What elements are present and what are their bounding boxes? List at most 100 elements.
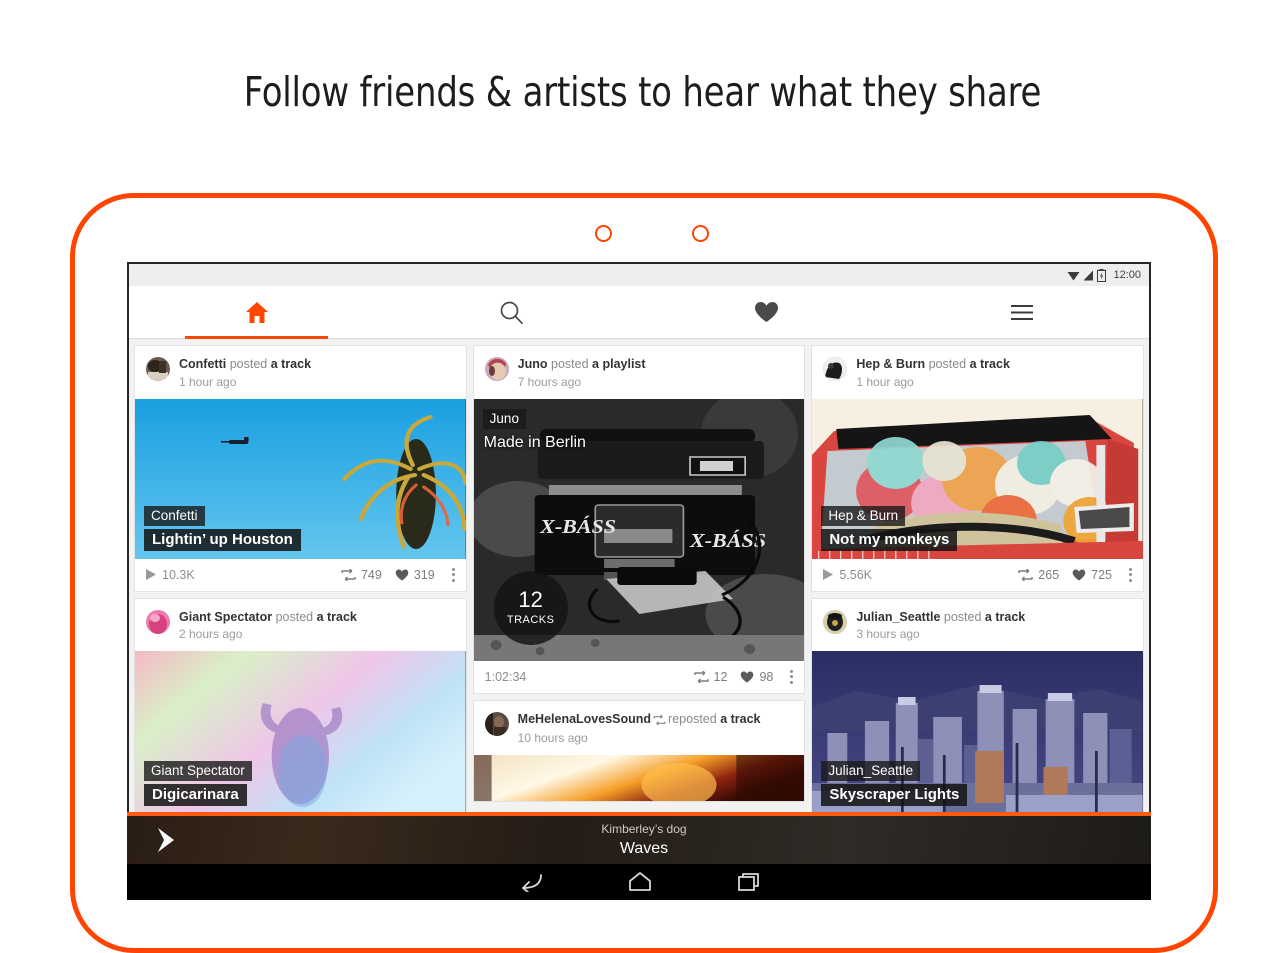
artwork-user-tag: Julian_Seattle bbox=[821, 761, 921, 782]
like-count: 98 bbox=[759, 669, 774, 684]
repost-count: 12 bbox=[713, 669, 728, 684]
artwork-title-tag: Digicarinara bbox=[144, 784, 247, 807]
tab-more[interactable] bbox=[894, 286, 1149, 338]
feed-card[interactable]: Juno posted a playlist 7 hours ago X-BÁS… bbox=[472, 345, 806, 694]
avatar[interactable] bbox=[146, 609, 170, 634]
track-count-badge: 12 TRACKS bbox=[493, 570, 568, 645]
card-username[interactable]: MeHelenaLovesSound bbox=[518, 712, 651, 726]
svg-text:X-BÁSS: X-BÁSS bbox=[539, 515, 616, 538]
artwork-tags: Confetti Lightin’ up Houston bbox=[144, 505, 301, 551]
track-count-value: 12 bbox=[518, 587, 543, 613]
repost-icon bbox=[341, 568, 356, 581]
android-nav-bar bbox=[127, 864, 1151, 900]
card-verb: posted bbox=[275, 609, 314, 624]
feed-card[interactable]: Confetti posted a track 1 hour ago Confe… bbox=[134, 345, 467, 592]
like-stat[interactable]: 98 bbox=[740, 670, 773, 684]
tab-active-indicator bbox=[185, 336, 328, 339]
feed-card[interactable]: Julian_Seattle posted a track 3 hours ag… bbox=[811, 597, 1145, 816]
card-meta: Hep & Burn posted a track 1 hour ago bbox=[856, 357, 1010, 390]
card-artwork[interactable]: Confetti Lightin’ up Houston bbox=[135, 398, 466, 559]
play-icon bbox=[146, 569, 156, 581]
duration-value: 1:02:34 bbox=[484, 669, 527, 684]
card-action-line: Giant Spectator posted a track bbox=[179, 610, 357, 626]
kebab-icon[interactable] bbox=[448, 567, 455, 582]
tab-search[interactable] bbox=[384, 286, 639, 338]
avatar[interactable] bbox=[823, 609, 848, 634]
artwork-user-tag: Juno bbox=[482, 408, 526, 429]
recents-icon[interactable] bbox=[737, 872, 761, 892]
play-count: 10.3K bbox=[146, 568, 195, 582]
now-playing-track: Waves bbox=[619, 839, 669, 857]
card-object: a track bbox=[270, 357, 312, 371]
artwork-title-tag: Skyscraper Lights bbox=[821, 784, 968, 807]
card-actions: 12 98 bbox=[693, 669, 794, 684]
repost-count: 265 bbox=[1038, 567, 1060, 582]
kebab-icon[interactable] bbox=[786, 669, 794, 684]
play-count-value: 5.56K bbox=[839, 567, 873, 582]
like-count: 319 bbox=[413, 567, 435, 582]
avatar[interactable] bbox=[823, 357, 848, 381]
repost-stat[interactable]: 265 bbox=[1018, 568, 1059, 582]
feed-card[interactable]: MeHelenaLovesSound reposted a track 10 ho… bbox=[472, 699, 806, 803]
like-count: 725 bbox=[1091, 567, 1113, 582]
artwork-user-tag: Hep & Burn bbox=[821, 505, 906, 526]
feed-card[interactable]: Hep & Burn posted a track 1 hour ago Hep… bbox=[811, 345, 1145, 592]
avatar[interactable] bbox=[484, 711, 509, 736]
back-icon[interactable] bbox=[517, 872, 543, 892]
play-count-value: 10.3K bbox=[162, 567, 195, 582]
repost-stat[interactable]: 12 bbox=[693, 669, 728, 684]
repost-icon bbox=[693, 670, 709, 683]
card-username[interactable]: Juno bbox=[518, 357, 548, 371]
artwork-tags: Juno Made in Berlin bbox=[482, 408, 594, 455]
card-username[interactable]: Julian_Seattle bbox=[856, 610, 940, 624]
card-verb: posted bbox=[551, 357, 589, 371]
card-action-line: Julian_Seattle posted a track bbox=[856, 610, 1025, 626]
card-meta: Juno posted a playlist 7 hours ago bbox=[518, 357, 646, 390]
card-username[interactable]: Confetti bbox=[179, 357, 226, 371]
card-verb: reposted bbox=[668, 711, 717, 726]
artwork-user-tag: Confetti bbox=[144, 505, 205, 526]
card-action-line: MeHelenaLovesSound reposted a track bbox=[518, 712, 761, 730]
card-meta: Julian_Seattle posted a track 3 hours ag… bbox=[856, 610, 1025, 643]
card-artwork[interactable]: Julian_Seattle Skyscraper Lights bbox=[812, 651, 1144, 815]
card-footer: 1:02:34 12 98 bbox=[474, 661, 805, 693]
wifi-icon bbox=[1067, 271, 1080, 280]
card-artwork[interactable] bbox=[473, 755, 805, 802]
artwork-tags: Julian_Seattle Skyscraper Lights bbox=[821, 761, 968, 807]
card-footer: 5.56K 265 725 bbox=[812, 559, 1143, 591]
repost-stat[interactable]: 749 bbox=[341, 568, 382, 582]
card-header: Giant Spectator posted a track 2 hours a… bbox=[135, 599, 466, 652]
avatar[interactable] bbox=[146, 357, 170, 381]
card-footer: 10.3K 749 319 bbox=[135, 559, 466, 591]
status-icons bbox=[1067, 268, 1107, 282]
feed-card[interactable]: Giant Spectator posted a track 2 hours a… bbox=[134, 597, 467, 816]
card-time: 7 hours ago bbox=[517, 374, 582, 389]
home-icon[interactable] bbox=[627, 872, 653, 892]
card-actions: 265 725 bbox=[1018, 567, 1133, 582]
menu-icon bbox=[1010, 304, 1033, 320]
card-time: 3 hours ago bbox=[856, 627, 920, 642]
card-object: a track bbox=[969, 357, 1010, 371]
card-header: Confetti posted a track 1 hour ago bbox=[135, 346, 466, 399]
play-icon bbox=[823, 569, 834, 581]
artwork-user-tag: Giant Spectator bbox=[144, 761, 252, 782]
tab-home[interactable] bbox=[129, 286, 384, 339]
now-playing-artist: Kimberley’s dog bbox=[601, 822, 687, 837]
artwork-title-tag: Lightin’ up Houston bbox=[144, 528, 301, 551]
device-screen: 12:00 Confetti posted a track 1 hour ago… bbox=[127, 262, 1151, 900]
card-artwork[interactable]: Giant Spectator Digicarinara bbox=[135, 651, 466, 815]
card-artwork[interactable]: X-BÁSS X-BÁSS Juno Made in Berlin 12 TRA… bbox=[473, 398, 805, 661]
camera-dot-left bbox=[595, 225, 612, 242]
duration: 1:02:34 bbox=[485, 670, 527, 684]
card-username[interactable]: Giant Spectator bbox=[179, 610, 272, 624]
avatar[interactable] bbox=[484, 357, 509, 381]
repost-icon bbox=[1018, 568, 1033, 581]
like-stat[interactable]: 319 bbox=[395, 568, 435, 582]
card-username[interactable]: Hep & Burn bbox=[856, 357, 925, 371]
repost-icon bbox=[653, 714, 666, 730]
now-playing-bar[interactable]: Kimberley’s dog Waves bbox=[127, 812, 1151, 864]
card-artwork[interactable]: Hep & Burn Not my monkeys bbox=[812, 398, 1144, 559]
tab-likes[interactable] bbox=[639, 286, 894, 338]
like-stat[interactable]: 725 bbox=[1072, 568, 1112, 582]
kebab-icon[interactable] bbox=[1125, 567, 1133, 582]
